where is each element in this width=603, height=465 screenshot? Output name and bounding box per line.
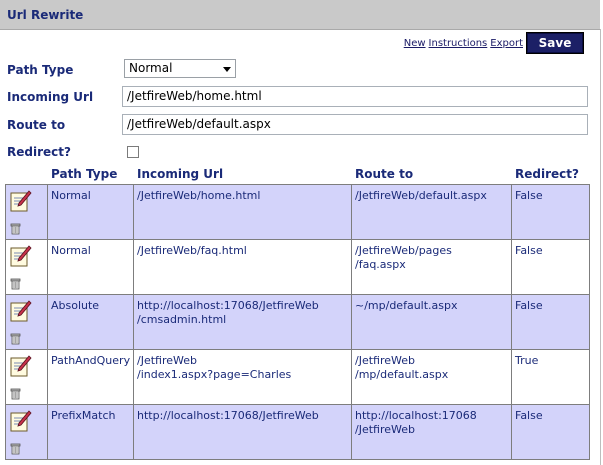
incoming-url-label: Incoming Url xyxy=(7,90,94,104)
route-to-label: Route to xyxy=(7,118,66,132)
route-to-cell-line: /JetfireWeb/pages xyxy=(355,244,452,257)
trash-icon[interactable] xyxy=(10,442,21,455)
route-to-cell-line: /mp/default.aspx xyxy=(355,368,449,381)
redirect-cell: False xyxy=(511,184,590,240)
trash-icon[interactable] xyxy=(10,387,21,400)
path-type-cell: PathAndQuery xyxy=(47,349,134,405)
edit-icon[interactable] xyxy=(10,410,32,432)
route-to-input[interactable]: /JetfireWeb/default.aspx xyxy=(122,114,588,135)
rewrite-rules-table: Normal/JetfireWeb/home.html/JetfireWeb/d… xyxy=(5,184,590,460)
trash-icon[interactable] xyxy=(10,277,21,290)
row-actions-cell xyxy=(5,404,48,460)
redirect-cell: False xyxy=(511,239,590,295)
path-type-cell: Normal xyxy=(47,239,134,295)
table-row: Normal/JetfireWeb/home.html/JetfireWeb/d… xyxy=(5,184,590,240)
incoming-url-cell: http://localhost:17068/JetfireWeb xyxy=(133,404,352,460)
route-to-cell-line: /JetfireWeb xyxy=(355,423,415,436)
redirect-checkbox[interactable] xyxy=(127,146,139,158)
incoming-url-cell-line: http://localhost:17068/JetfireWeb xyxy=(137,409,319,422)
panel-title-bar: Url Rewrite xyxy=(0,0,600,30)
incoming-url-cell: /JetfireWeb/home.html xyxy=(133,184,352,240)
route-to-cell: ~/mp/default.aspx xyxy=(351,294,512,350)
route-to-cell-line: ~/mp/default.aspx xyxy=(355,299,458,312)
export-link[interactable]: Export xyxy=(490,38,523,49)
redirect-label: Redirect? xyxy=(7,145,71,159)
incoming-url-cell-line: /index1.aspx?page=Charles xyxy=(137,368,292,381)
col-header-redirect: Redirect? xyxy=(515,167,579,181)
edit-icon[interactable] xyxy=(10,355,32,377)
redirect-cell: True xyxy=(511,349,590,405)
route-to-cell: http://localhost:17068/JetfireWeb xyxy=(351,404,512,460)
row-actions-cell xyxy=(5,239,48,295)
table-row: Normal/JetfireWeb/faq.html/JetfireWeb/pa… xyxy=(5,239,590,295)
incoming-url-cell-line: /JetfireWeb/faq.html xyxy=(137,244,247,257)
route-to-cell-line: http://localhost:17068 xyxy=(355,409,477,422)
col-header-path-type: Path Type xyxy=(51,167,118,181)
edit-icon[interactable] xyxy=(10,300,32,322)
incoming-url-cell: http://localhost:17068/JetfireWeb/cmsadm… xyxy=(133,294,352,350)
incoming-url-cell: /JetfireWeb/faq.html xyxy=(133,239,352,295)
redirect-cell: False xyxy=(511,294,590,350)
instructions-link[interactable]: Instructions xyxy=(429,38,488,49)
table-row: PrefixMatch http://localhost:17068/Jetfir… xyxy=(5,404,590,460)
new-link[interactable]: New xyxy=(404,38,426,49)
incoming-url-cell-line: /JetfireWeb/home.html xyxy=(137,189,261,202)
col-header-incoming-url: Incoming Url xyxy=(137,167,224,181)
redirect-cell: False xyxy=(511,404,590,460)
path-type-label: Path Type xyxy=(7,63,74,77)
incoming-url-input[interactable]: /JetfireWeb/home.html xyxy=(122,86,588,107)
route-to-cell-line: /JetfireWeb/default.aspx xyxy=(355,189,487,202)
incoming-url-cell-line: /cmsadmin.html xyxy=(137,313,227,326)
incoming-url-cell-line: /JetfireWeb xyxy=(137,354,197,367)
incoming-url-cell-line: http://localhost:17068/JetfireWeb xyxy=(137,299,319,312)
col-header-route-to: Route to xyxy=(355,167,414,181)
row-actions-cell xyxy=(5,349,48,405)
table-row: PathAndQuery/JetfireWeb/index1.aspx?page… xyxy=(5,349,590,405)
path-type-select[interactable]: Normal xyxy=(124,59,236,78)
table-row: Absolute http://localhost:17068/JetfireWe… xyxy=(5,294,590,350)
row-actions-cell xyxy=(5,294,48,350)
incoming-url-cell: /JetfireWeb/index1.aspx?page=Charles xyxy=(133,349,352,405)
path-type-cell: Normal xyxy=(47,184,134,240)
path-type-cell: Absolute xyxy=(47,294,134,350)
route-to-cell-line: /JetfireWeb xyxy=(355,354,415,367)
row-actions-cell xyxy=(5,184,48,240)
route-to-cell: /JetfireWeb/mp/default.aspx xyxy=(351,349,512,405)
toolbar-links: New Instructions Export xyxy=(401,38,523,49)
path-type-cell: PrefixMatch xyxy=(47,404,134,460)
save-button[interactable]: Save xyxy=(526,32,584,54)
edit-icon[interactable] xyxy=(10,245,32,267)
panel-title: Url Rewrite xyxy=(7,8,84,22)
route-to-cell-line: /faq.aspx xyxy=(355,258,406,271)
trash-icon[interactable] xyxy=(10,332,21,345)
url-rewrite-panel: Url Rewrite New Instructions Export Save P… xyxy=(0,0,603,465)
chevron-down-icon xyxy=(223,67,231,72)
edit-icon[interactable] xyxy=(10,190,32,212)
trash-icon[interactable] xyxy=(10,222,21,235)
route-to-cell: /JetfireWeb/default.aspx xyxy=(351,184,512,240)
route-to-cell: /JetfireWeb/pages/faq.aspx xyxy=(351,239,512,295)
path-type-value: Normal xyxy=(129,61,173,75)
